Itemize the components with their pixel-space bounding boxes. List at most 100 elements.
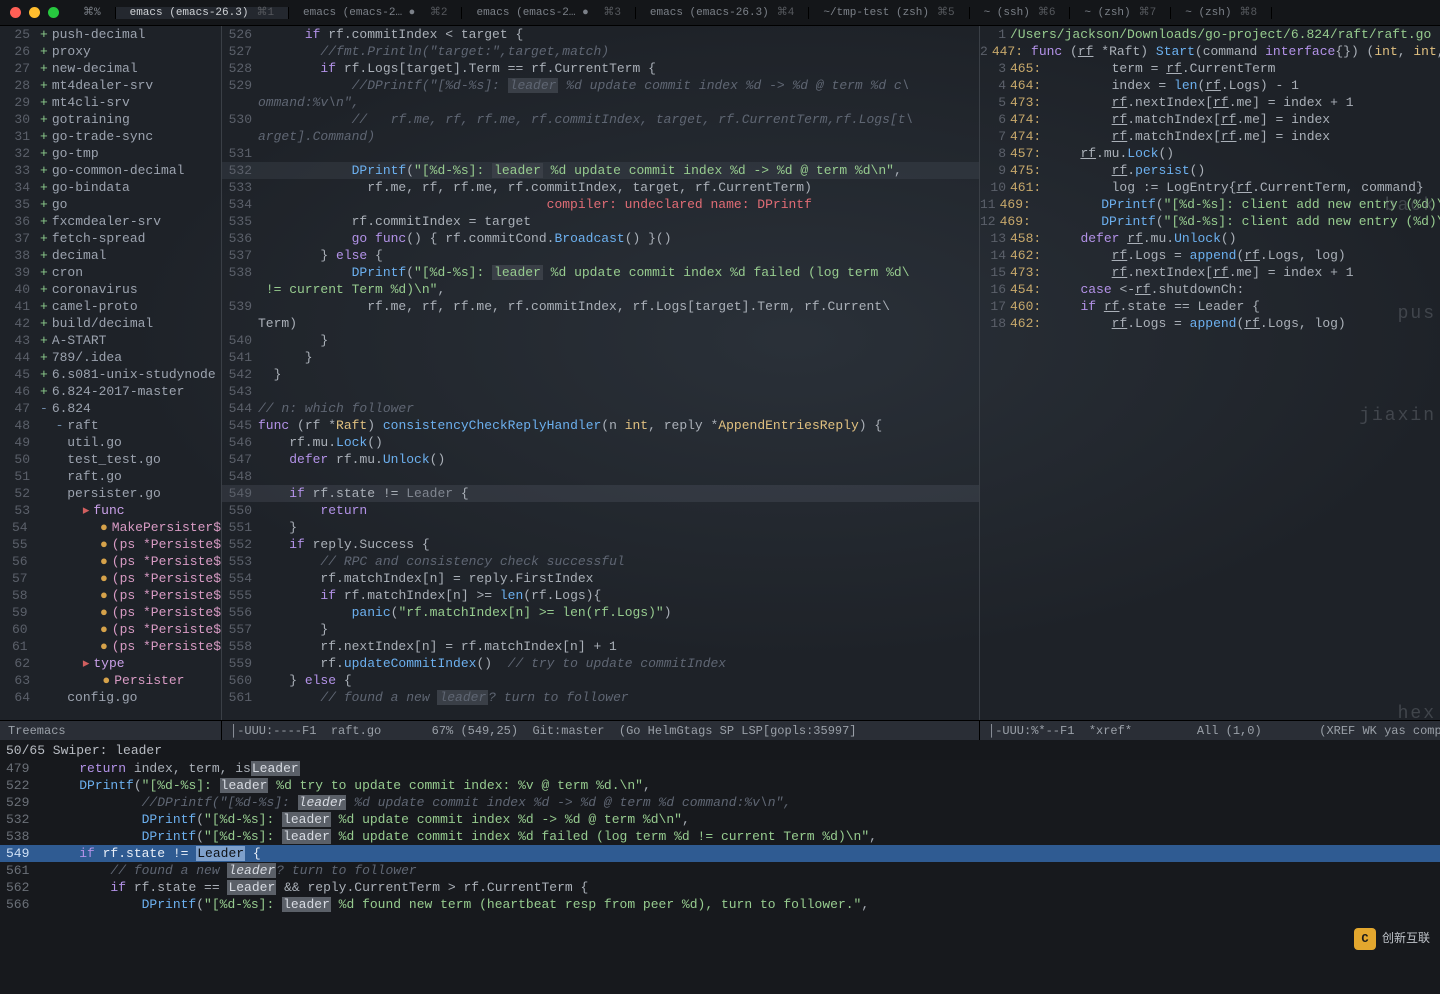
xref-line[interactable]: 7474: rf.matchIndex[rf.me] = index <box>980 128 1440 145</box>
xref-line[interactable]: 17460: if rf.state == Leader { <box>980 298 1440 315</box>
tree-row[interactable]: 38+decimal <box>0 247 221 264</box>
tab-item[interactable]: ~/tmp-test (zsh)⌘5 <box>809 7 969 19</box>
code-line[interactable]: 527 //fmt.Println("target:",target,match… <box>222 43 979 60</box>
code-line[interactable]: 547 defer rf.mu.Unlock() <box>222 451 979 468</box>
tree-row[interactable]: 30+gotraining <box>0 111 221 128</box>
xref-line[interactable]: 16454: case <-rf.shutdownCh: <box>980 281 1440 298</box>
tree-row[interactable]: 29+mt4cli-srv <box>0 94 221 111</box>
tab-item[interactable]: ~ (zsh)⌘7 <box>1070 7 1171 19</box>
tree-row[interactable]: 49 util.go <box>0 434 221 451</box>
swiper-result-row[interactable]: 562 if rf.state == Leader && reply.Curre… <box>0 879 1440 896</box>
code-line[interactable]: 541 } <box>222 349 979 366</box>
code-line[interactable]: 552 if reply.Success { <box>222 536 979 553</box>
tree-row[interactable]: 26+proxy <box>0 43 221 60</box>
tree-row[interactable]: 60 ●(ps *Persiste$ <box>0 621 221 638</box>
tree-row[interactable]: 44+789/.idea <box>0 349 221 366</box>
close-icon[interactable] <box>10 7 21 18</box>
code-line[interactable]: 550 return <box>222 502 979 519</box>
tree-row[interactable]: 61 ●(ps *Persiste$ <box>0 638 221 655</box>
tree-row[interactable]: 52 persister.go <box>0 485 221 502</box>
code-line[interactable]: 543 <box>222 383 979 400</box>
tree-row[interactable]: 55 ●(ps *Persiste$ <box>0 536 221 553</box>
swiper-result-row[interactable]: 566 DPrintf("[%d-%s]: leader %d found ne… <box>0 896 1440 913</box>
code-line[interactable]: 553 // RPC and consistency check success… <box>222 553 979 570</box>
tree-row[interactable]: 27+new-decimal <box>0 60 221 77</box>
code-line[interactable]: 540 } <box>222 332 979 349</box>
tree-row[interactable]: 58 ●(ps *Persiste$ <box>0 587 221 604</box>
tree-row[interactable]: 46+6.824-2017-master <box>0 383 221 400</box>
tree-row[interactable]: 28+mt4dealer-srv <box>0 77 221 94</box>
treemacs-panel[interactable]: 25+push-decimal26+proxy27+new-decimal28+… <box>0 26 222 720</box>
minimize-icon[interactable] <box>29 7 40 18</box>
code-line[interactable]: 536 go func() { rf.commitCond.Broadcast(… <box>222 230 979 247</box>
swiper-result-row[interactable]: 479 return index, term, isLeader <box>0 760 1440 777</box>
code-line[interactable]: 531 <box>222 145 979 162</box>
tree-row[interactable]: 36+fxcmdealer-srv <box>0 213 221 230</box>
tab-item[interactable]: emacs (emacs-2… ● ⌘2 <box>289 7 462 19</box>
code-line[interactable]: arget].Command) <box>222 128 979 145</box>
xref-line[interactable]: 11469: DPrintf("[%d-%s]: client add new … <box>980 196 1440 213</box>
tree-row[interactable]: 62 ▸type <box>0 655 221 672</box>
xref-line[interactable]: 4464: index = len(rf.Logs) - 1 <box>980 77 1440 94</box>
tree-row[interactable]: 56 ●(ps *Persiste$ <box>0 553 221 570</box>
tree-row[interactable]: 54 ●MakePersister$ <box>0 519 221 536</box>
tree-row[interactable]: 32+go-tmp <box>0 145 221 162</box>
swiper-result-row[interactable]: 549 if rf.state != Leader { <box>0 845 1440 862</box>
tab-item[interactable]: ⌘% <box>69 7 116 19</box>
code-line[interactable]: 538 DPrintf("[%d-%s]: leader %d update c… <box>222 264 979 281</box>
swiper-result-row[interactable]: 522 DPrintf("[%d-%s]: leader %d try to u… <box>0 777 1440 794</box>
xref-line[interactable]: 1/Users/jackson/Downloads/go-project/6.8… <box>980 26 1440 43</box>
xref-line[interactable]: 15473: rf.nextIndex[rf.me] = index + 1 <box>980 264 1440 281</box>
xref-line[interactable]: 9475: rf.persist() <box>980 162 1440 179</box>
tab-item[interactable]: ~ (zsh)⌘8 <box>1171 7 1272 19</box>
tree-row[interactable]: 57 ●(ps *Persiste$ <box>0 570 221 587</box>
code-line[interactable]: 526 if rf.commitIndex < target { <box>222 26 979 43</box>
tree-row[interactable]: 25+push-decimal <box>0 26 221 43</box>
code-line[interactable]: ommand:%v\n", <box>222 94 979 111</box>
code-line[interactable]: 554 rf.matchIndex[n] = reply.FirstIndex <box>222 570 979 587</box>
tab-item[interactable]: emacs (emacs-2… ● ⌘3 <box>462 7 635 19</box>
code-line[interactable]: 539 rf.me, rf, rf.me, rf.commitIndex, rf… <box>222 298 979 315</box>
code-line[interactable]: 560 } else { <box>222 672 979 689</box>
code-line[interactable]: 530 // rf.me, rf, rf.me, rf.commitIndex,… <box>222 111 979 128</box>
tree-row[interactable]: 33+go-common-decimal <box>0 162 221 179</box>
tree-row[interactable]: 42+build/decimal <box>0 315 221 332</box>
tree-row[interactable]: 63 ●Persister <box>0 672 221 689</box>
tree-row[interactable]: 37+fetch-spread <box>0 230 221 247</box>
tree-row[interactable]: 40+coronavirus <box>0 281 221 298</box>
tree-row[interactable]: 53 ▸func <box>0 502 221 519</box>
code-line[interactable]: 558 rf.nextIndex[n] = rf.matchIndex[n] +… <box>222 638 979 655</box>
code-line[interactable]: 537 } else { <box>222 247 979 264</box>
maximize-icon[interactable] <box>48 7 59 18</box>
code-line[interactable]: 548 <box>222 468 979 485</box>
code-line[interactable]: 529 //DPrintf("[%d-%s]: leader %d update… <box>222 77 979 94</box>
tab-item[interactable]: ~ (ssh)⌘6 <box>970 7 1071 19</box>
xref-line[interactable]: 5473: rf.nextIndex[rf.me] = index + 1 <box>980 94 1440 111</box>
tree-row[interactable]: 34+go-bindata <box>0 179 221 196</box>
xref-line[interactable]: 2447:func (rf *Raft) Start(command inter… <box>980 43 1440 60</box>
code-line[interactable]: 551 } <box>222 519 979 536</box>
tree-row[interactable]: 39+cron <box>0 264 221 281</box>
code-line[interactable]: 528 if rf.Logs[target].Term == rf.Curren… <box>222 60 979 77</box>
code-line[interactable]: 555 if rf.matchIndex[n] >= len(rf.Logs){ <box>222 587 979 604</box>
xref-line[interactable]: 8457: rf.mu.Lock() <box>980 145 1440 162</box>
tree-row[interactable]: 31+go-trade-sync <box>0 128 221 145</box>
code-line[interactable]: 557 } <box>222 621 979 638</box>
tree-row[interactable]: 45+6.s081-unix-studynode <box>0 366 221 383</box>
tree-row[interactable]: 43+A-START <box>0 332 221 349</box>
code-line[interactable]: != current Term %d)\n", <box>222 281 979 298</box>
tab-item[interactable]: emacs (emacs-26.3)⌘1 <box>116 7 289 19</box>
code-line[interactable]: 542 } <box>222 366 979 383</box>
xref-line[interactable]: 6474: rf.matchIndex[rf.me] = index <box>980 111 1440 128</box>
xref-line[interactable]: 12469: DPrintf("[%d-%s]: client add new … <box>980 213 1440 230</box>
tree-row[interactable]: 47-6.824 <box>0 400 221 417</box>
window-traffic-lights[interactable] <box>0 7 69 18</box>
code-line[interactable]: 535 rf.commitIndex = target <box>222 213 979 230</box>
code-line[interactable]: 532 DPrintf("[%d-%s]: leader %d update c… <box>222 162 979 179</box>
xref-line[interactable]: 10461: log := LogEntry{rf.CurrentTerm, c… <box>980 179 1440 196</box>
xref-line[interactable]: 13458: defer rf.mu.Unlock() <box>980 230 1440 247</box>
swiper-result-row[interactable]: 532 DPrintf("[%d-%s]: leader %d update c… <box>0 811 1440 828</box>
xref-line[interactable]: 14462: rf.Logs = append(rf.Logs, log) <box>980 247 1440 264</box>
code-line[interactable]: 545func (rf *Raft) consistencyCheckReply… <box>222 417 979 434</box>
code-line[interactable]: 559 rf.updateCommitIndex() // try to upd… <box>222 655 979 672</box>
